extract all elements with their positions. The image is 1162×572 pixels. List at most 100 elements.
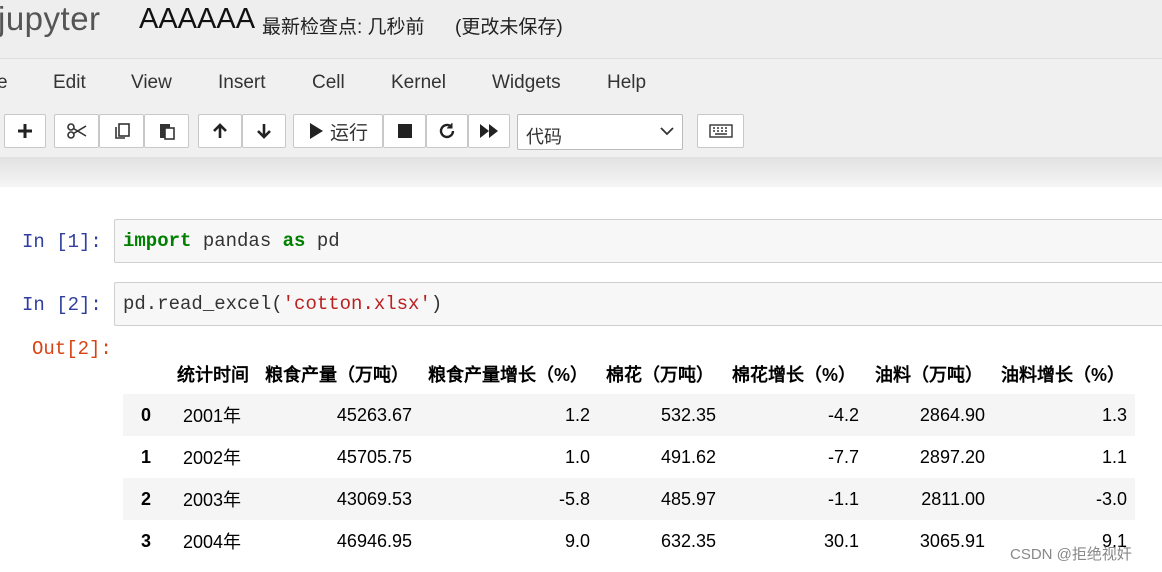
table-row: 1 2002年 45705.75 1.0 491.62 -7.7 2897.20… — [123, 436, 1135, 478]
column-header: 棉花（万吨） — [606, 365, 714, 385]
dataframe-table: 统计时间 粮食产量（万吨） 粮食产量增长（%） 棉花（万吨） 棉花增长（%） 油… — [123, 354, 1135, 562]
table-row: 0 2001年 45263.67 1.2 532.35 -4.2 2864.90… — [123, 394, 1135, 436]
cut-icon — [66, 123, 86, 139]
code-text: pandas — [191, 230, 283, 252]
notebook-name[interactable]: AAAAAA — [139, 3, 255, 36]
table-cell: 2004年 — [183, 532, 242, 552]
move-up-button[interactable] — [198, 114, 242, 148]
fast-forward-icon — [480, 124, 498, 138]
run-button[interactable]: 运行 — [293, 114, 383, 148]
insert-cell-button[interactable] — [4, 114, 46, 148]
plus-icon — [18, 124, 32, 138]
table-cell: 43069.53 — [257, 478, 420, 520]
paste-button[interactable] — [144, 114, 189, 148]
copy-icon — [114, 123, 130, 139]
table-cell: 1.2 — [420, 394, 598, 436]
table-cell: 491.62 — [660, 446, 716, 467]
menu-view[interactable]: View — [131, 72, 172, 94]
table-cell: 532.35 — [598, 394, 724, 436]
restart-icon — [439, 123, 455, 139]
index-header — [123, 354, 169, 394]
table-cell: 2001年 — [169, 394, 257, 436]
table-cell: 1.1 — [1101, 446, 1127, 467]
menu-kernel[interactable]: Kernel — [391, 72, 446, 94]
table-row: 2 2003年 43069.53 -5.8 485.97 -1.1 2811.0… — [123, 478, 1135, 520]
string-literal: 'cotton.xlsx' — [282, 293, 431, 315]
table-cell: -1.1 — [724, 478, 867, 520]
notebook-header: jupyter AAAAAA 最新检查点: 几秒前 (更改未保存) — [0, 0, 1162, 58]
table-cell: 9.0 — [564, 530, 590, 551]
column-header: 粮食产量增长（%） — [428, 365, 589, 385]
table-cell: 2864.90 — [867, 394, 993, 436]
play-icon — [309, 123, 323, 139]
menu-help[interactable]: Help — [607, 72, 646, 94]
menu-edit[interactable]: Edit — [53, 72, 86, 94]
code-cell-input[interactable]: import pandas as pd — [114, 219, 1162, 263]
table-cell: 632.35 — [660, 530, 716, 551]
table-cell: 485.97 — [598, 478, 724, 520]
table-cell: -7.7 — [827, 446, 859, 467]
chevron-down-icon — [660, 127, 674, 136]
table-cell: 30.1 — [823, 530, 859, 551]
menu-insert[interactable]: Insert — [218, 72, 266, 94]
table-cell: 2003年 — [169, 478, 257, 520]
checkpoint-status: 最新检查点: 几秒前 — [262, 17, 425, 38]
code-text: pd — [305, 230, 340, 252]
code-line: import pandas as pd — [123, 230, 340, 252]
arrow-down-icon — [257, 124, 271, 139]
input-prompt: In [1]: — [22, 231, 102, 253]
row-index: 2 — [123, 478, 169, 520]
code-cell-input[interactable]: pd.read_excel('cotton.xlsx') — [114, 282, 1162, 326]
row-index: 0 — [123, 394, 169, 436]
table-cell: 2002年 — [183, 448, 242, 468]
cut-button[interactable] — [54, 114, 99, 148]
table-cell: 45263.67 — [257, 394, 420, 436]
row-index: 1 — [140, 446, 151, 467]
row-index: 3 — [140, 530, 151, 551]
column-header: 粮食产量（万吨） — [265, 365, 409, 385]
watermark: CSDN @拒绝视奸 — [1010, 546, 1132, 563]
keyboard-icon — [708, 124, 733, 138]
interrupt-button[interactable] — [383, 114, 426, 148]
stop-icon — [397, 124, 412, 138]
keyword: import — [123, 230, 192, 252]
menu-bar: e Edit View Insert Cell Kernel Widgets H… — [0, 58, 1162, 106]
cell-type-value: 代码 — [526, 127, 562, 147]
table-cell: 1.0 — [564, 446, 590, 467]
column-header: 统计时间 — [177, 365, 249, 385]
code-text: pd.read_excel( — [123, 293, 283, 315]
table-cell: 2811.00 — [867, 478, 993, 520]
table-cell: -4.2 — [724, 394, 867, 436]
column-header: 油料增长（%） — [1001, 365, 1126, 385]
table-cell: -3.0 — [993, 478, 1135, 520]
output-prompt: Out[2]: — [32, 338, 112, 360]
cell-type-select[interactable]: 代码 — [517, 114, 683, 150]
restart-run-all-button[interactable] — [468, 114, 510, 148]
table-cell: 2897.20 — [919, 446, 985, 467]
move-down-button[interactable] — [242, 114, 286, 148]
jupyter-logo[interactable]: jupyter — [0, 0, 101, 38]
keyword: as — [282, 230, 306, 252]
column-header: 棉花增长（%） — [732, 365, 857, 385]
code-text: ) — [430, 293, 443, 315]
run-button-label: 运行 — [329, 122, 368, 144]
table-cell: 45705.75 — [336, 446, 412, 467]
menu-cell[interactable]: Cell — [312, 72, 345, 94]
table-header-row: 统计时间 粮食产量（万吨） 粮食产量增长（%） 棉花（万吨） 棉花增长（%） 油… — [123, 354, 1135, 394]
input-prompt: In [2]: — [22, 294, 102, 316]
copy-button[interactable] — [99, 114, 144, 148]
column-header: 油料（万吨） — [875, 365, 983, 385]
restart-button[interactable] — [426, 114, 468, 148]
paste-icon — [159, 124, 175, 140]
code-line: pd.read_excel('cotton.xlsx') — [123, 293, 442, 315]
table-cell: 1.3 — [993, 394, 1135, 436]
table-row: 3 2004年 46946.95 9.0 632.35 30.1 3065.91… — [123, 520, 1135, 562]
command-palette-button[interactable] — [697, 114, 744, 148]
table-cell: 46946.95 — [336, 530, 412, 551]
menu-widgets[interactable]: Widgets — [492, 72, 561, 94]
table-cell: -5.8 — [420, 478, 598, 520]
header-shadow — [0, 157, 1162, 187]
table-cell: 3065.91 — [919, 530, 985, 551]
menu-file[interactable]: e — [0, 72, 8, 94]
autosave-status: (更改未保存) — [455, 17, 563, 38]
